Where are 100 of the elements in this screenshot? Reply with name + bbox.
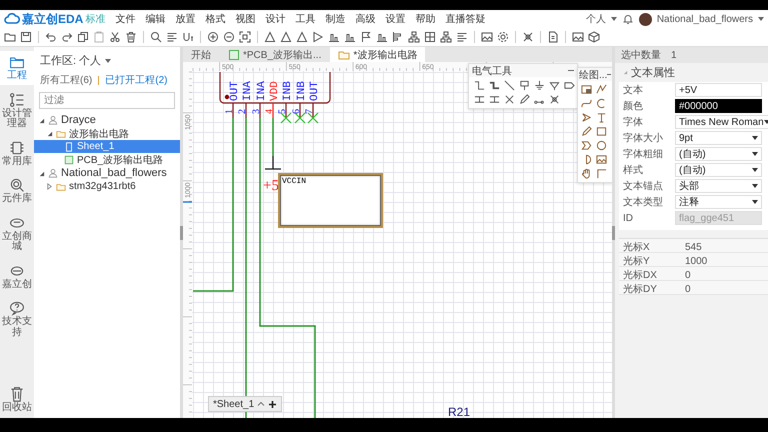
align-bottom-icon[interactable] — [344, 31, 356, 43]
hand-icon[interactable] — [581, 168, 592, 179]
splitter-handle[interactable] — [612, 226, 615, 240]
property-dropdown[interactable]: 9pt — [675, 131, 762, 145]
folder-icon[interactable] — [4, 31, 16, 43]
image-icon[interactable] — [596, 154, 607, 165]
arrow-shape-icon[interactable] — [581, 112, 592, 123]
property-dropdown[interactable]: (自动) — [675, 163, 762, 177]
sidebar-item[interactable]: 立创商城 — [0, 212, 34, 256]
avatar[interactable] — [638, 12, 652, 26]
tree-item[interactable]: PCB_波形输出电路 — [34, 153, 180, 166]
sheet-tab[interactable]: *Sheet_1 — [208, 396, 282, 412]
diagonal-line-icon[interactable] — [504, 80, 515, 91]
pencil-icon[interactable] — [519, 94, 530, 105]
align-icon[interactable] — [392, 31, 404, 43]
expand-arrow-icon[interactable] — [46, 130, 53, 137]
align-bottom-icon[interactable] — [328, 31, 340, 43]
workspace-selector[interactable]: 工作区: 个人 — [40, 53, 102, 68]
image-icon[interactable] — [481, 31, 493, 43]
tree-item[interactable]: Sheet_1 — [34, 140, 180, 153]
zoom-in-icon[interactable] — [207, 31, 219, 43]
text-cursor-icon[interactable] — [182, 31, 194, 43]
expand-arrow-icon[interactable] — [38, 116, 45, 124]
scissors-icon[interactable] — [109, 31, 121, 43]
sidebar-item[interactable]: 常用库 — [0, 136, 34, 170]
triangle-icon[interactable] — [264, 31, 276, 43]
sidebar-item[interactable]: 工程 — [0, 51, 34, 84]
hierarchy-icon[interactable] — [440, 31, 452, 43]
arc-icon[interactable] — [596, 98, 607, 109]
sidebar-item[interactable]: 嘉立创 — [0, 260, 34, 293]
color-field[interactable]: #000000 — [675, 99, 762, 113]
gear-icon[interactable] — [497, 31, 509, 43]
text-edit-field[interactable]: VCCIN — [278, 173, 383, 228]
circle-icon[interactable] — [596, 140, 607, 151]
bus-icon[interactable] — [489, 80, 500, 91]
expand-arrow-icon[interactable] — [46, 183, 53, 190]
triangle-icon[interactable] — [280, 31, 292, 43]
property-field[interactable]: +5V — [675, 83, 762, 97]
menu-item[interactable]: 放置 — [175, 12, 196, 26]
document-icon[interactable] — [547, 31, 559, 43]
curve-icon[interactable] — [581, 98, 592, 109]
zoom-out-icon[interactable] — [223, 31, 235, 43]
menu-item[interactable]: 高级 — [355, 12, 376, 26]
net-label-icon[interactable] — [519, 80, 530, 91]
tree-item[interactable]: Drayce — [34, 113, 180, 127]
text-tool-icon[interactable] — [596, 112, 607, 123]
sidebar-item[interactable]: 元件库 — [0, 174, 34, 208]
probe-icon[interactable] — [549, 94, 560, 105]
scope-menu[interactable]: 个人 — [586, 12, 606, 26]
menu-item[interactable]: 文件 — [115, 12, 136, 26]
flag-icon[interactable] — [360, 31, 372, 43]
user-menu[interactable]: National_bad_flowers — [656, 14, 753, 24]
fit-view-icon[interactable] — [239, 31, 251, 43]
bus-entry-icon[interactable] — [489, 94, 500, 105]
play-icon[interactable] — [312, 31, 324, 43]
expand-arrow-icon[interactable] — [38, 170, 45, 176]
list-icon[interactable] — [166, 31, 178, 43]
tree-item[interactable]: 波形输出电路 — [34, 127, 180, 140]
project-view-link[interactable]: 所有工程(6) — [40, 73, 92, 87]
list-icon[interactable] — [456, 31, 468, 43]
property-dropdown[interactable]: Times New Roman — [675, 115, 768, 129]
redo-icon[interactable] — [61, 31, 73, 43]
menu-item[interactable]: 帮助 — [415, 12, 436, 26]
tree-item[interactable]: National_bad_flowers — [34, 166, 180, 180]
undo-icon[interactable] — [45, 31, 57, 43]
grid-icon[interactable] — [424, 31, 436, 43]
menu-item[interactable]: 视图 — [235, 12, 256, 26]
copy-icon[interactable] — [77, 31, 89, 43]
symbol-icon[interactable] — [581, 84, 592, 95]
property-dropdown[interactable]: 头部 — [675, 179, 762, 193]
chevron-shape-icon[interactable] — [581, 140, 592, 151]
add-sheet-icon[interactable] — [268, 400, 278, 408]
wire-icon[interactable] — [474, 80, 485, 91]
tree-item[interactable]: stm32g431rbt6 — [34, 180, 180, 193]
image-icon[interactable] — [572, 31, 584, 43]
filter-field[interactable]: 过滤 — [39, 92, 175, 109]
menu-item[interactable]: 制造 — [325, 12, 346, 26]
sidebar-item[interactable]: 设计管理器 — [0, 88, 34, 132]
floppy-icon[interactable] — [20, 31, 32, 43]
menu-item[interactable]: 设置 — [385, 12, 406, 26]
menu-item[interactable]: 工具 — [295, 12, 316, 26]
no-connect-icon[interactable] — [504, 94, 515, 105]
power-symbol-icon[interactable] — [549, 80, 560, 91]
splitter-handle[interactable] — [180, 226, 183, 240]
menu-item[interactable]: 设计 — [265, 12, 286, 26]
bell-icon[interactable] — [622, 13, 634, 25]
ground-icon[interactable] — [534, 80, 545, 91]
rectangle-icon[interactable] — [596, 126, 607, 137]
property-dropdown[interactable]: 注释 — [675, 195, 762, 209]
polyline-icon[interactable] — [596, 84, 607, 95]
align-bottom-icon[interactable] — [376, 31, 388, 43]
trash-icon[interactable] — [125, 31, 137, 43]
pencil-icon[interactable] — [581, 126, 592, 137]
menu-item[interactable]: 格式 — [205, 12, 226, 26]
cube-icon[interactable] — [588, 31, 600, 43]
probe-icon[interactable] — [522, 31, 534, 43]
property-dropdown[interactable]: (自动) — [675, 147, 762, 161]
corner-icon[interactable] — [596, 168, 607, 179]
triangle-icon[interactable] — [296, 31, 308, 43]
menu-item[interactable]: 编辑 — [145, 12, 166, 26]
